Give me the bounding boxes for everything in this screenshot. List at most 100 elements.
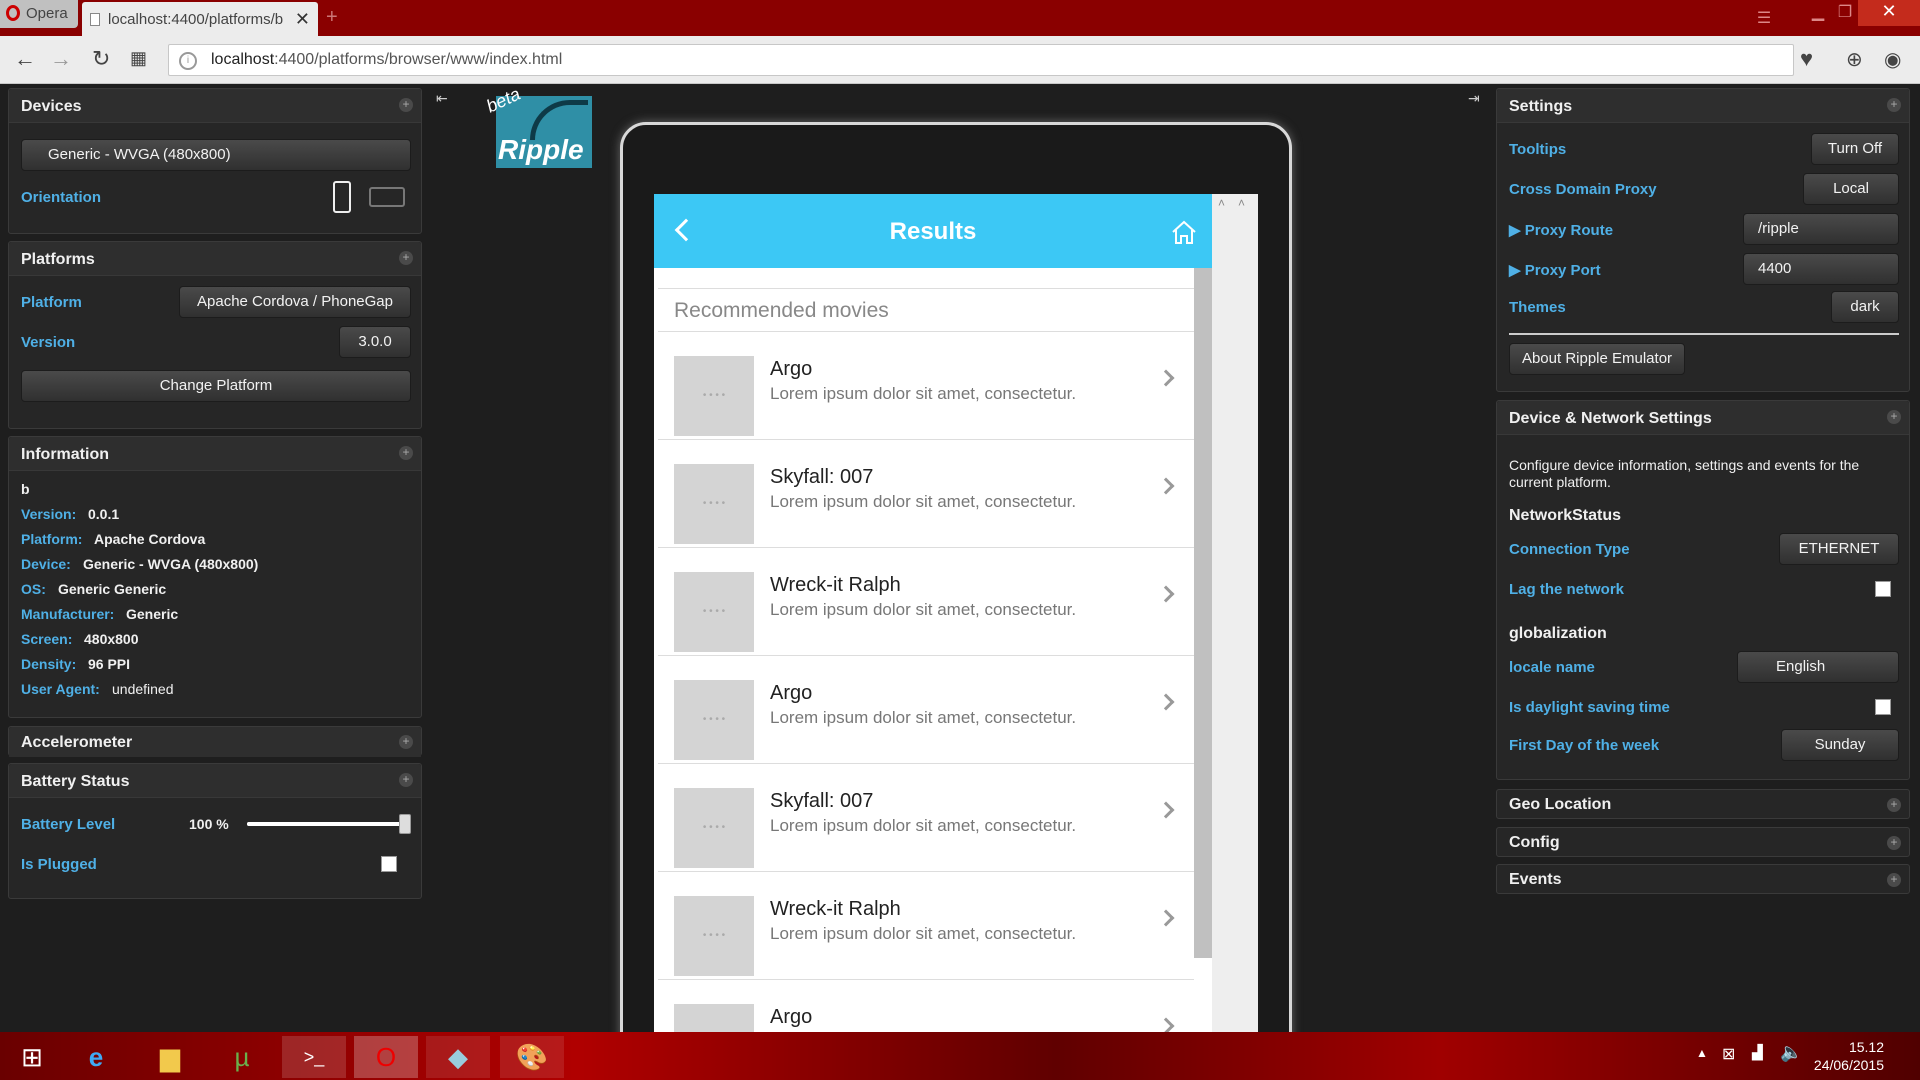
expand-icon[interactable]: + — [1887, 98, 1901, 112]
platforms-panel-header[interactable]: Platforms + — [9, 242, 421, 276]
panel-title: Battery Status — [21, 773, 130, 790]
expand-icon[interactable]: + — [1887, 873, 1901, 887]
movie-list-item[interactable]: • • • • Argo Lorem ipsum dolor sit amet, c… — [658, 656, 1194, 764]
about-ripple-button[interactable]: About Ripple Emulator — [1509, 343, 1685, 375]
movie-list-item[interactable]: • • • • Skyfall: 007 Lorem ipsum dolor sit… — [658, 764, 1194, 872]
expand-icon[interactable]: + — [1887, 798, 1901, 812]
list-scrollbar-thumb[interactable] — [1194, 268, 1212, 958]
collapse-right-icon[interactable]: ⇥ — [1468, 90, 1480, 107]
proxy-port-input[interactable]: 4400 — [1743, 253, 1899, 285]
device-network-panel-header[interactable]: Device & Network Settings + — [1497, 401, 1909, 435]
taskbar-clock[interactable]: 15.12 24/06/2015 — [1814, 1038, 1884, 1074]
movie-list-item[interactable]: • • • • Argo Lorem ipsum dolor sit amet, c… — [658, 332, 1194, 440]
movie-description: Lorem ipsum dolor sit amet, consectetur. — [770, 816, 1077, 835]
site-info-icon[interactable]: i — [179, 52, 197, 70]
landscape-orientation-icon[interactable] — [369, 187, 405, 207]
version-select[interactable]: 3.0.0 — [339, 326, 411, 358]
expand-icon[interactable]: + — [1887, 410, 1901, 424]
panel-title: Platforms — [21, 251, 95, 268]
locale-name-select[interactable]: English — [1737, 651, 1899, 683]
connection-type-select[interactable]: ETHERNET — [1779, 533, 1899, 565]
panel-title: Information — [21, 446, 109, 463]
speed-dial-icon[interactable]: ▦ — [130, 48, 147, 69]
lag-network-checkbox[interactable] — [1875, 581, 1891, 597]
daylight-saving-checkbox[interactable] — [1875, 699, 1891, 715]
themes-select[interactable]: dark — [1831, 291, 1899, 323]
address-bar[interactable]: i localhost:4400/platforms/browser/www/i… — [168, 44, 1794, 76]
expand-icon[interactable]: + — [399, 773, 413, 787]
events-panel[interactable]: Events + — [1496, 864, 1910, 894]
battery-panel: Battery Status + Battery Level 100 % Is … — [8, 763, 422, 899]
movie-thumbnail: • • • • — [674, 896, 754, 976]
chevron-right-icon — [1157, 585, 1175, 603]
expand-icon[interactable]: + — [399, 446, 413, 460]
devices-panel-header[interactable]: Devices + — [9, 89, 421, 123]
back-icon[interactable]: ← — [14, 46, 36, 72]
expand-icon[interactable]: + — [399, 98, 413, 112]
opera-menu-button[interactable]: Opera — [0, 0, 78, 28]
tray-expand-icon[interactable]: ▲ — [1696, 1046, 1708, 1060]
windows-start-icon[interactable]: ⊞ — [0, 1036, 64, 1078]
expand-icon[interactable]: + — [399, 735, 413, 749]
network-tray-icon[interactable]: ⊠ — [1722, 1044, 1735, 1064]
utorrent-icon[interactable]: µ — [210, 1036, 274, 1078]
reload-icon[interactable]: ↻ — [92, 46, 110, 72]
scroll-up-icon[interactable]: ˄ — [1218, 196, 1225, 210]
proxy-port-label[interactable]: ▶ Proxy Port — [1509, 261, 1601, 279]
accelerometer-panel-header[interactable]: Accelerometer + — [9, 727, 421, 757]
movie-list-item[interactable]: • • • • Wreck-it Ralph Lorem ipsum dolor s… — [658, 872, 1194, 980]
movie-title: Argo — [770, 682, 813, 704]
battery-slider-handle[interactable] — [399, 814, 411, 834]
battery-panel-header[interactable]: Battery Status + — [9, 764, 421, 798]
scroll-up-icon[interactable]: ˄ — [1238, 196, 1245, 210]
movie-title: Argo — [770, 1006, 813, 1028]
paint-taskbar-icon[interactable]: 🎨 — [500, 1036, 564, 1078]
battery-level-slider[interactable] — [247, 814, 411, 834]
page-scrollbar[interactable]: ˄ ˄ — [1212, 194, 1258, 1034]
platform-select[interactable]: Apache Cordova / PhoneGap — [179, 286, 411, 318]
device-select-button[interactable]: Generic - WVGA (480x800) — [21, 139, 411, 171]
expand-icon[interactable]: + — [399, 251, 413, 265]
volume-tray-icon[interactable]: 🔈 — [1780, 1042, 1802, 1063]
is-plugged-checkbox[interactable] — [381, 856, 397, 872]
cross-domain-proxy-select[interactable]: Local — [1803, 173, 1899, 205]
signal-tray-icon[interactable]: ▟ — [1752, 1044, 1763, 1061]
browser-tab-active[interactable]: localhost:4400/platforms/b ✕ — [82, 2, 318, 36]
new-tab-icon[interactable]: + — [326, 6, 338, 29]
collapse-left-icon[interactable]: ⇤ — [436, 90, 448, 107]
info-label: Device: — [21, 556, 71, 572]
info-value: Generic - WVGA (480x800) — [83, 556, 259, 572]
file-explorer-icon[interactable]: ▆ — [138, 1036, 202, 1078]
bookmark-heart-icon[interactable]: ♥ — [1800, 46, 1813, 72]
expand-icon[interactable]: + — [1887, 836, 1901, 850]
settings-panel-header[interactable]: Settings + — [1497, 89, 1909, 123]
tabs-menu-icon[interactable]: ☰ — [1752, 8, 1776, 36]
tooltips-toggle-button[interactable]: Turn Off — [1811, 133, 1899, 165]
movie-list-item[interactable]: • • • • Skyfall: 007 Lorem ipsum dolor sit… — [658, 440, 1194, 548]
window-close-button[interactable]: ✕ — [1858, 0, 1920, 26]
opera-taskbar-icon[interactable]: O — [354, 1036, 418, 1078]
internet-explorer-icon[interactable]: e — [64, 1036, 128, 1078]
maximize-icon[interactable]: ❐ — [1830, 2, 1860, 30]
proxy-route-label[interactable]: ▶ Proxy Route — [1509, 221, 1613, 239]
movie-list-item[interactable]: • • • • Wreck-it Ralph Lorem ipsum dolor s… — [658, 548, 1194, 656]
command-prompt-icon[interactable]: >_ — [282, 1036, 346, 1078]
portrait-orientation-icon[interactable] — [333, 181, 351, 213]
geo-location-panel[interactable]: Geo Location + — [1496, 789, 1910, 819]
movie-title: Wreck-it Ralph — [770, 898, 901, 920]
app-taskbar-icon[interactable]: ◆ — [426, 1036, 490, 1078]
config-panel[interactable]: Config + — [1496, 827, 1910, 857]
tab-close-icon[interactable]: ✕ — [295, 9, 310, 30]
change-platform-button[interactable]: Change Platform — [21, 370, 411, 402]
download-icon[interactable]: ⊕ — [1846, 47, 1863, 72]
information-panel-header[interactable]: Information + — [9, 437, 421, 471]
forward-icon[interactable]: → — [50, 46, 72, 72]
proxy-route-input[interactable]: /ripple — [1743, 213, 1899, 245]
chevron-right-icon — [1157, 693, 1175, 711]
first-day-select[interactable]: Sunday — [1781, 729, 1899, 761]
app-name: b — [21, 481, 30, 497]
orientation-label: Orientation — [21, 189, 102, 206]
home-icon[interactable] — [1170, 218, 1198, 246]
account-icon[interactable]: ◉ — [1884, 47, 1901, 72]
movie-list-item[interactable]: • • • • Argo — [658, 980, 1194, 1034]
